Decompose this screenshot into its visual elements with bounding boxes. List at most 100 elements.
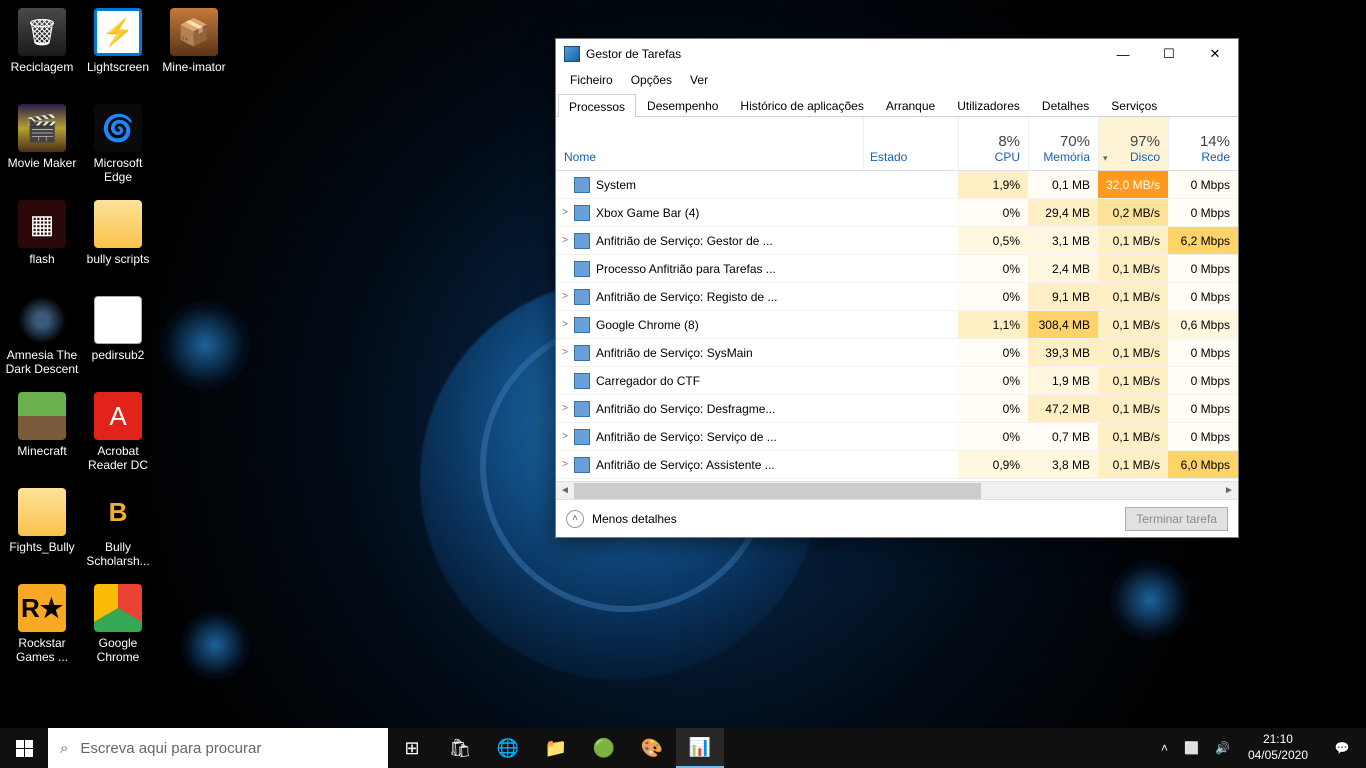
icon-label: Reciclagem bbox=[4, 60, 80, 74]
process-row[interactable]: >Xbox Game Bar (4)0%29,4 MB0,2 MB/s0 Mbp… bbox=[556, 199, 1238, 227]
expand-chevron-icon[interactable]: > bbox=[556, 459, 574, 470]
cpu-cell: 1,9% bbox=[958, 171, 1028, 198]
desktop-icon[interactable]: R★Rockstar Games ... bbox=[4, 580, 80, 676]
process-row[interactable]: >Google Chrome (8)1,1%308,4 MB0,1 MB/s0,… bbox=[556, 311, 1238, 339]
col-state[interactable]: Estado bbox=[863, 117, 958, 170]
tray-network-icon[interactable]: ⬜ bbox=[1176, 728, 1207, 768]
desktop-icon[interactable]: 📦Mine-imator bbox=[156, 4, 232, 100]
mem-cell: 29,4 MB bbox=[1028, 199, 1098, 226]
mem-cell: 9,1 MB bbox=[1028, 283, 1098, 310]
desktop-icon[interactable]: AAcrobat Reader DC bbox=[80, 388, 156, 484]
tab[interactable]: Histórico de aplicações bbox=[729, 93, 874, 116]
end-task-button[interactable]: Terminar tarefa bbox=[1125, 507, 1228, 531]
start-button[interactable] bbox=[0, 728, 48, 768]
tab[interactable]: Desempenho bbox=[636, 93, 729, 116]
expand-chevron-icon[interactable]: > bbox=[556, 347, 574, 358]
process-name: System bbox=[596, 178, 863, 192]
desktop-icon[interactable]: Minecraft bbox=[4, 388, 80, 484]
expand-chevron-icon[interactable]: > bbox=[556, 319, 574, 330]
taskbar-edge[interactable]: 🌐 bbox=[484, 728, 532, 768]
menu-item[interactable]: Opções bbox=[623, 71, 680, 89]
titlebar[interactable]: Gestor de Tarefas ― ☐ ✕ bbox=[556, 39, 1238, 69]
desktop-icon[interactable]: Fights_Bully bbox=[4, 484, 80, 580]
desktop-icon[interactable]: 🎬Movie Maker bbox=[4, 100, 80, 196]
task-manager-window: Gestor de Tarefas ― ☐ ✕ FicheiroOpçõesVe… bbox=[555, 38, 1239, 538]
net-cell: 0 Mbps bbox=[1168, 339, 1238, 366]
desktop-icon[interactable]: BBully Scholarsh... bbox=[80, 484, 156, 580]
col-name[interactable]: Nome bbox=[556, 117, 863, 170]
task-view-button[interactable]: ⊞ bbox=[388, 728, 436, 768]
process-row[interactable]: Carregador do CTF0%1,9 MB0,1 MB/s0 Mbps bbox=[556, 367, 1238, 395]
process-row[interactable]: >Anfitrião de Serviço: Serviço de ...0%0… bbox=[556, 423, 1238, 451]
tab[interactable]: Arranque bbox=[875, 93, 946, 116]
desktop-icon[interactable]: 🗑 Reciclagem bbox=[4, 4, 80, 100]
process-row[interactable]: >Anfitrião de Serviço: Gestor de ...0,5%… bbox=[556, 227, 1238, 255]
cpu-cell: 0% bbox=[958, 367, 1028, 394]
horizontal-scrollbar[interactable]: ◄ ► bbox=[556, 481, 1238, 499]
process-row[interactable]: >Anfitrião de Serviço: Registo de ...0%9… bbox=[556, 283, 1238, 311]
window-title: Gestor de Tarefas bbox=[586, 47, 681, 61]
mem-cell: 0,1 MB bbox=[1028, 171, 1098, 198]
process-name: Anfitrião do Serviço: Desfragme... bbox=[596, 402, 863, 416]
maximize-button[interactable]: ☐ bbox=[1146, 39, 1192, 69]
process-row[interactable]: >Anfitrião do Serviço: Desfragme...0%47,… bbox=[556, 395, 1238, 423]
taskbar-explorer[interactable]: 📁 bbox=[532, 728, 580, 768]
tray-volume-icon[interactable]: 🔊 bbox=[1207, 728, 1238, 768]
icon-label: Rockstar Games ... bbox=[4, 636, 80, 665]
net-label: Rede bbox=[1169, 150, 1230, 164]
desktop-icon[interactable]: pedirsub2 bbox=[80, 292, 156, 388]
cpu-cell: 0,9% bbox=[958, 451, 1028, 478]
desktop-icon[interactable]: Amnesia The Dark Descent bbox=[4, 292, 80, 388]
clock-time: 21:10 bbox=[1248, 732, 1308, 748]
net-cell: 0 Mbps bbox=[1168, 199, 1238, 226]
taskbar-task-manager[interactable]: 📊 bbox=[676, 728, 724, 768]
tray-clock[interactable]: 21:10 04/05/2020 bbox=[1238, 732, 1318, 763]
col-cpu[interactable]: 8% CPU bbox=[958, 117, 1028, 170]
col-memory[interactable]: 70% Memória bbox=[1028, 117, 1098, 170]
expand-chevron-icon[interactable]: > bbox=[556, 403, 574, 414]
net-cell: 0 Mbps bbox=[1168, 283, 1238, 310]
disk-pct: 97% bbox=[1099, 133, 1160, 150]
fewer-details-button[interactable]: ˄ Menos detalhes bbox=[566, 510, 677, 528]
icon-image: 🗑 bbox=[18, 8, 66, 56]
process-row[interactable]: System 1,9%0,1 MB32,0 MB/s0 Mbps bbox=[556, 171, 1238, 199]
scroll-thumb[interactable] bbox=[574, 483, 981, 499]
process-row[interactable]: Processo Anfitrião para Tarefas ...0%2,4… bbox=[556, 255, 1238, 283]
close-button[interactable]: ✕ bbox=[1192, 39, 1238, 69]
process-row[interactable]: >Anfitrião de Serviço: SysMain0%39,3 MB0… bbox=[556, 339, 1238, 367]
tab[interactable]: Processos bbox=[558, 94, 636, 117]
expand-chevron-icon[interactable]: > bbox=[556, 431, 574, 442]
col-disk[interactable]: ▾ 97% Disco bbox=[1098, 117, 1168, 170]
tab[interactable]: Detalhes bbox=[1031, 93, 1100, 116]
expand-chevron-icon[interactable]: > bbox=[556, 207, 574, 218]
process-row[interactable]: >Anfitrião de Serviço: Assistente ...0,9… bbox=[556, 451, 1238, 479]
action-center-button[interactable]: 💬 bbox=[1318, 728, 1366, 768]
desktop-icon[interactable]: ⚡Lightscreen bbox=[80, 4, 156, 100]
expand-chevron-icon[interactable]: > bbox=[556, 235, 574, 246]
expand-chevron-icon[interactable]: > bbox=[556, 291, 574, 302]
tab[interactable]: Utilizadores bbox=[946, 93, 1031, 116]
disk-cell: 0,2 MB/s bbox=[1098, 199, 1168, 226]
search-box[interactable]: ⌕ Escreva aqui para procurar bbox=[48, 728, 388, 768]
tab[interactable]: Serviços bbox=[1100, 93, 1168, 116]
scroll-right-arrow[interactable]: ► bbox=[1220, 485, 1238, 496]
desktop-icon[interactable]: bully scripts bbox=[80, 196, 156, 292]
menu-item[interactable]: Ficheiro bbox=[562, 71, 621, 89]
net-cell: 0 Mbps bbox=[1168, 171, 1238, 198]
icon-image bbox=[94, 200, 142, 248]
desktop-icon[interactable]: Google Chrome bbox=[80, 580, 156, 676]
taskbar-chrome[interactable]: 🟢 bbox=[580, 728, 628, 768]
tray-chevron-up-icon[interactable]: ˄ bbox=[1153, 728, 1176, 768]
taskbar-store[interactable]: 🛍 bbox=[436, 728, 484, 768]
menu-item[interactable]: Ver bbox=[682, 71, 716, 89]
chevron-down-icon: ▾ bbox=[1103, 153, 1108, 164]
col-network[interactable]: 14% Rede bbox=[1168, 117, 1238, 170]
desktop-icon[interactable]: ▦flash bbox=[4, 196, 80, 292]
minimize-button[interactable]: ― bbox=[1100, 39, 1146, 69]
taskbar-app[interactable]: 🎨 bbox=[628, 728, 676, 768]
icon-label: Amnesia The Dark Descent bbox=[4, 348, 80, 377]
cpu-cell: 0% bbox=[958, 339, 1028, 366]
disk-cell: 32,0 MB/s bbox=[1098, 171, 1168, 198]
desktop-icon[interactable]: 🌀Microsoft Edge bbox=[80, 100, 156, 196]
scroll-left-arrow[interactable]: ◄ bbox=[556, 485, 574, 496]
